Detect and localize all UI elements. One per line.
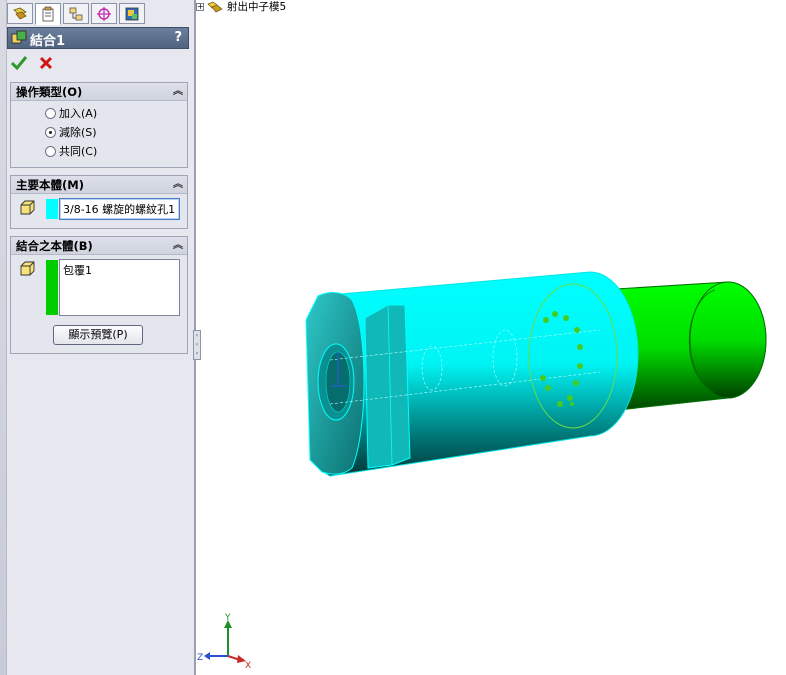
solid-body-icon <box>18 260 36 278</box>
tab-property-manager[interactable] <box>35 3 61 25</box>
dimxpert-icon <box>97 6 111 21</box>
collapse-chevron-icon[interactable]: ︽ <box>173 83 183 100</box>
collapse-chevron-icon[interactable]: ︽ <box>173 237 183 254</box>
radio-subtract[interactable]: 減除(S) <box>45 124 97 140</box>
panel-edge <box>0 0 7 675</box>
combine-bodies-color-swatch <box>46 260 58 315</box>
main-body-title: 主要本體(M) <box>16 178 84 192</box>
feature-tree-node-label[interactable]: 射出中子模5 <box>227 0 286 14</box>
feature-manager-icon <box>13 7 27 20</box>
triad-z-label: Z <box>197 653 203 663</box>
list-item[interactable]: 包覆1 <box>63 262 176 278</box>
help-button[interactable]: ? <box>174 30 182 45</box>
tab-display-manager[interactable] <box>119 3 145 24</box>
triad-y-label: Y <box>224 613 231 623</box>
radio-add[interactable]: 加入(A) <box>45 105 97 121</box>
cyan-main-body[interactable] <box>305 271 639 477</box>
combine-bodies-header[interactable]: 結合之本體(B) ︽ <box>11 237 187 255</box>
collapse-chevron-icon[interactable]: ︽ <box>173 176 183 193</box>
radio-subtract-label: 減除(S) <box>59 126 97 139</box>
combine-bodies-group: 結合之本體(B) ︽ 包覆1 顯示預覽(P) <box>10 236 188 354</box>
cancel-button[interactable] <box>38 55 54 74</box>
main-body-group: 主要本體(M) ︽ 3/8-16 螺旋的螺紋孔1 <box>10 175 188 229</box>
tab-feature-manager[interactable] <box>7 3 33 24</box>
property-manager-title-bar: 結合1 ? <box>7 27 189 49</box>
reference-triad: Y Z X <box>197 613 251 670</box>
operation-type-header[interactable]: 操作類型(O) ︽ <box>11 83 187 101</box>
triad-x-label: X <box>245 661 251 670</box>
ok-button[interactable] <box>10 55 28 74</box>
radio-add-label: 加入(A) <box>59 107 98 120</box>
property-manager-icon <box>42 6 54 22</box>
main-body-color-swatch <box>46 199 58 219</box>
radio-add-circle[interactable] <box>45 107 56 119</box>
core-mold-feature-icon <box>207 1 223 12</box>
property-manager-panel: 結合1 ? 操作類型(O) ︽ 加入(A) 減除(S) 共同(C) 主要本體(M… <box>0 0 194 675</box>
solid-body-icon <box>18 199 36 217</box>
tab-dimxpert-manager[interactable] <box>91 3 117 24</box>
radio-common[interactable]: 共同(C) <box>45 143 97 159</box>
operation-type-title: 操作類型(O) <box>16 85 83 99</box>
checkmark-icon <box>10 56 28 71</box>
tab-configuration-manager[interactable] <box>63 3 89 24</box>
cancel-x-icon <box>39 56 53 70</box>
main-body-header[interactable]: 主要本體(M) ︽ <box>11 176 187 194</box>
operation-type-group: 操作類型(O) ︽ 加入(A) 減除(S) 共同(C) <box>10 82 188 168</box>
radio-common-label: 共同(C) <box>59 145 98 158</box>
radio-common-circle[interactable] <box>45 145 56 157</box>
show-preview-button[interactable]: 顯示預覽(P) <box>53 325 143 345</box>
main-body-value[interactable]: 3/8-16 螺旋的螺紋孔1 <box>63 203 175 216</box>
feature-tree-node[interactable]: + 射出中子模5 <box>196 0 286 13</box>
graphics-viewport[interactable] <box>196 0 786 675</box>
combine-bodies-title: 結合之本體(B) <box>16 239 93 253</box>
radio-subtract-circle[interactable] <box>45 126 56 138</box>
page-title: 結合1 <box>30 34 66 49</box>
combine-bodies-list[interactable]: 包覆1 <box>59 259 180 316</box>
display-manager-icon <box>125 7 139 20</box>
combine-feature-icon <box>11 30 27 50</box>
main-body-selection-box[interactable]: 3/8-16 螺旋的螺紋孔1 <box>59 198 180 220</box>
expand-node-icon[interactable]: + <box>196 2 204 11</box>
configuration-manager-icon <box>69 7 83 20</box>
